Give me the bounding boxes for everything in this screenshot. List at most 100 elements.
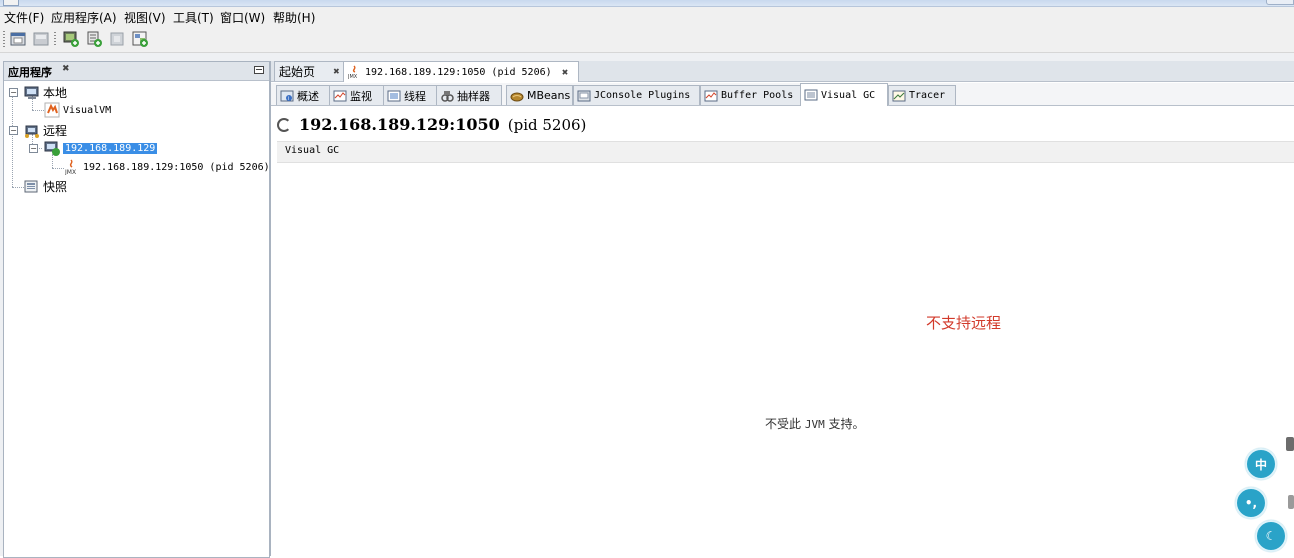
minimize-icon[interactable] — [254, 66, 264, 74]
document-tabs: 起始页 ✖ JMX 192.168.189.129:1050 (pid 5206… — [271, 61, 1294, 82]
tab-sampler[interactable]: 抽样器 — [436, 85, 502, 105]
remote-not-supported-note: 不支持远程 — [926, 314, 1002, 332]
tab-label: MBeans — [527, 89, 571, 102]
menu-applications[interactable]: 应用程序(A) — [51, 9, 117, 26]
close-icon[interactable]: ✖ — [562, 68, 569, 77]
monitor-icon — [333, 89, 347, 103]
svg-text:i: i — [288, 96, 289, 102]
tree-item-visualvm[interactable]: VisualVM — [44, 102, 111, 118]
ime-punctuation-button[interactable]: •, — [1235, 487, 1267, 519]
menu-tools[interactable]: 工具(T) — [173, 9, 214, 26]
window-close-button[interactable] — [1266, 0, 1294, 5]
window-system-icon[interactable] — [3, 0, 19, 6]
toolbar — [0, 27, 1294, 53]
close-icon[interactable]: ✖ — [62, 64, 70, 74]
tab-label: 概述 — [297, 89, 319, 103]
svg-text:JMX: JMX — [348, 74, 358, 79]
tree-item-snapshots[interactable]: 快照 — [24, 178, 67, 195]
save-snapshot-icon[interactable] — [31, 29, 51, 49]
expander-local[interactable]: − — [9, 88, 18, 97]
menu-window[interactable]: 窗口(W) — [220, 9, 265, 26]
tree-line — [32, 110, 44, 111]
network-icon — [24, 123, 40, 139]
menu-view[interactable]: 视图(V) — [124, 9, 166, 26]
svg-text:JMX: JMX — [64, 169, 76, 175]
window-title-strip — [0, 0, 1294, 7]
sampler-icon — [440, 89, 454, 103]
expander-host[interactable]: − — [29, 144, 38, 153]
ime-night-mode-button[interactable]: ☾ — [1255, 520, 1287, 552]
tab-buffer-pools[interactable]: Buffer Pools — [700, 85, 804, 105]
tab-overview[interactable]: i 概述 — [276, 85, 331, 105]
tree-item-label: 本地 — [43, 86, 68, 100]
add-jmx-connection-icon[interactable] — [84, 29, 104, 49]
message-part: 不受此 — [765, 417, 802, 431]
edge-icon[interactable] — [1286, 437, 1294, 451]
application-address: 192.168.189.129:1050 — [299, 115, 500, 134]
application-pid: (pid 5206) — [507, 115, 587, 134]
remote-host-icon — [44, 140, 60, 156]
tab-label: JConsole Plugins — [594, 90, 691, 101]
tree-item-label: 192.168.189.129:1050 (pid 5206) — [83, 161, 270, 173]
tree-item-label: 快照 — [43, 180, 68, 194]
tab-label: 192.168.189.129:1050 (pid 5206) — [365, 66, 552, 78]
tree-item-label: 192.168.189.129 — [63, 142, 158, 154]
jconsole-icon — [577, 89, 591, 103]
add-remote-host-icon[interactable] — [61, 29, 81, 49]
tab-jconsole-plugins[interactable]: JConsole Plugins — [573, 85, 700, 105]
tab-label: Buffer Pools — [721, 90, 794, 101]
tree-item-jmx-connection[interactable]: JMX 192.168.189.129:1050 (pid 5206) — [64, 159, 270, 176]
add-core-dump-icon[interactable] — [107, 29, 127, 49]
applications-panel-title: 应用程序 — [8, 66, 52, 79]
jvm-not-supported-message: 不受此 JVM 支持。 — [765, 415, 865, 432]
tree-line — [12, 130, 13, 187]
add-snapshot-icon[interactable] — [130, 29, 150, 49]
close-icon[interactable]: ✖ — [333, 67, 340, 76]
visual-gc-icon — [804, 88, 818, 102]
toolbar-separator — [54, 32, 56, 47]
visual-gc-section-header: Visual GC — [277, 141, 1294, 163]
open-application-icon[interactable] — [8, 29, 28, 49]
buffer-pools-icon — [704, 89, 718, 103]
tree-line — [52, 154, 53, 168]
editor-area: 起始页 ✖ JMX 192.168.189.129:1050 (pid 5206… — [270, 61, 1294, 556]
snapshots-icon — [24, 179, 40, 195]
message-part: 支持。 — [828, 417, 865, 431]
tracer-icon — [892, 89, 906, 103]
toolbar-grip[interactable] — [3, 31, 5, 48]
tree-item-label: 远程 — [43, 124, 68, 138]
ime-language-button[interactable]: 中 — [1245, 448, 1277, 480]
menu-bar: 文件(F) 应用程序(A) 视图(V) 工具(T) 窗口(W) 帮助(H) — [0, 7, 1294, 27]
visualvm-icon — [44, 102, 60, 118]
tab-threads[interactable]: 线程 — [383, 85, 438, 105]
tree-item-remote-host[interactable]: 192.168.189.129 — [44, 140, 158, 156]
tab-tracer[interactable]: Tracer — [888, 85, 956, 105]
message-part: JVM — [804, 418, 825, 431]
overview-icon: i — [280, 89, 294, 103]
menu-file[interactable]: 文件(F) — [4, 9, 44, 26]
tab-monitor[interactable]: 监视 — [329, 85, 384, 105]
tab-mbeans[interactable]: MBeans — [506, 85, 573, 105]
jmx-icon: JMX — [64, 159, 80, 176]
applications-panel: 应用程序 ✖ − 本地 VisualVM − 远程 − 192.168.189.… — [3, 61, 270, 558]
tree-item-local[interactable]: 本地 — [24, 84, 67, 101]
application-header: 192.168.189.129:1050 (pid 5206) — [277, 115, 586, 134]
loading-spinner-icon — [277, 117, 291, 132]
menu-help[interactable]: 帮助(H) — [273, 9, 315, 26]
tab-label: Visual GC — [821, 89, 876, 101]
jmx-icon: JMX — [347, 65, 362, 80]
tree-line — [52, 168, 64, 169]
tab-visual-gc[interactable]: Visual GC — [800, 83, 888, 106]
mbeans-icon — [510, 89, 524, 103]
applications-panel-header: 应用程序 ✖ — [4, 62, 269, 81]
tab-start-page[interactable]: 起始页 ✖ — [274, 61, 348, 81]
tab-label: Tracer — [909, 90, 946, 101]
tree-line — [12, 187, 24, 188]
computer-icon — [24, 85, 40, 101]
expander-remote[interactable]: − — [9, 126, 18, 135]
tree-item-remote[interactable]: 远程 — [24, 122, 67, 139]
tree-item-label: VisualVM — [63, 104, 112, 116]
tree-line — [12, 92, 13, 130]
edge-icon[interactable] — [1288, 495, 1294, 509]
tab-jmx-application[interactable]: JMX 192.168.189.129:1050 (pid 5206) ✖ — [343, 61, 579, 82]
